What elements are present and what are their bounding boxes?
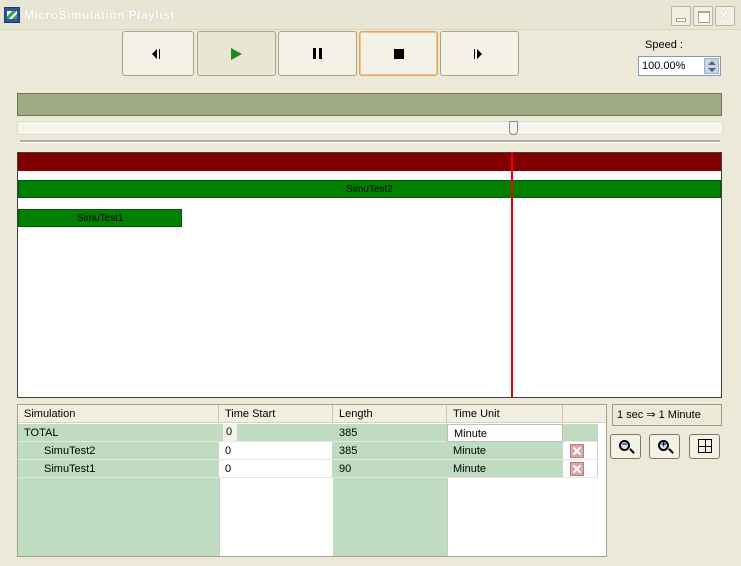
col-header-time-unit[interactable]: Time Unit: [447, 405, 563, 423]
fit-to-window-icon: [698, 439, 712, 453]
step-back-button[interactable]: [122, 31, 194, 76]
col-header-simulation[interactable]: Simulation: [18, 405, 219, 423]
zoom-in-icon: +: [658, 439, 669, 451]
title-bar: MicroSimulation Playlist ×: [0, 0, 741, 30]
speed-value: 100.00%: [642, 60, 686, 72]
col-header-delete: [563, 405, 606, 423]
table-row-simutest2-length[interactable]: 385: [333, 442, 447, 460]
app-icon: [4, 7, 20, 23]
table-row-simutest1-simulation[interactable]: SimuTest1: [18, 460, 219, 478]
table-row-simutest2-time-unit[interactable]: Minute: [447, 442, 563, 460]
table-row-total-length[interactable]: 385: [333, 424, 447, 442]
close-button[interactable]: ×: [715, 6, 735, 26]
table-row-simutest2-simulation[interactable]: SimuTest2: [18, 442, 219, 460]
window-title: MicroSimulation Playlist: [24, 8, 175, 22]
minimize-button[interactable]: [671, 6, 691, 26]
playhead[interactable]: [511, 153, 514, 397]
play-icon: [231, 47, 242, 60]
close-icon: ×: [719, 7, 729, 24]
position-slider[interactable]: [17, 121, 723, 135]
delete-simutest2-icon[interactable]: [570, 444, 584, 458]
step-forward-icon: [473, 48, 486, 59]
stop-icon: [393, 48, 404, 59]
simulation-grid: Simulation Time Start Length Time Unit T…: [17, 404, 607, 557]
progress-bar: [17, 93, 722, 116]
table-row-simutest2-time-start[interactable]: 0: [219, 442, 333, 460]
table-row-simutest1-time-start[interactable]: 0: [219, 460, 333, 478]
col-header-length[interactable]: Length: [333, 405, 447, 423]
pause-icon: [313, 48, 322, 59]
col-divider: [447, 478, 448, 556]
zoom-out-button[interactable]: −: [610, 434, 641, 459]
slider-divider: [20, 140, 720, 143]
pause-button[interactable]: [278, 31, 357, 76]
speed-input[interactable]: 100.00%: [638, 56, 721, 76]
col-divider: [219, 478, 220, 556]
table-row-total-simulation[interactable]: TOTAL: [18, 424, 219, 442]
table-row-total-time-unit[interactable]: Minute: [447, 424, 563, 442]
col-header-time-start[interactable]: Time Start: [219, 405, 333, 423]
maximize-button[interactable]: [693, 6, 713, 26]
timeline-view[interactable]: SimuTest2 SimuTest1: [17, 152, 722, 398]
table-row-simutest1-time-unit[interactable]: Minute: [447, 460, 563, 478]
delete-simutest1-icon[interactable]: [570, 462, 584, 476]
table-row-total-delete-cell: [563, 424, 598, 442]
sim-bar-simutest2[interactable]: SimuTest2: [18, 180, 721, 198]
time-scale-label: 1 sec ⇒ 1 Minute: [612, 404, 722, 426]
speed-spinner[interactable]: [704, 58, 719, 74]
empty-fill: [333, 478, 447, 556]
total-bar: [18, 153, 721, 171]
stop-button[interactable]: [359, 31, 438, 76]
slider-thumb[interactable]: [509, 121, 519, 135]
table-row-total-time-start[interactable]: 0: [223, 424, 237, 441]
step-back-icon: [152, 48, 164, 59]
zoom-in-button[interactable]: +: [649, 434, 680, 459]
step-forward-button[interactable]: [440, 31, 519, 76]
empty-fill: [18, 478, 219, 556]
speed-label: Speed :: [645, 39, 683, 51]
zoom-out-icon: −: [619, 439, 630, 451]
fit-to-window-button[interactable]: [689, 434, 720, 459]
sim-bar-simutest1[interactable]: SimuTest1: [18, 209, 183, 227]
play-button[interactable]: [197, 31, 276, 76]
table-row-simutest1-length[interactable]: 90: [333, 460, 447, 478]
